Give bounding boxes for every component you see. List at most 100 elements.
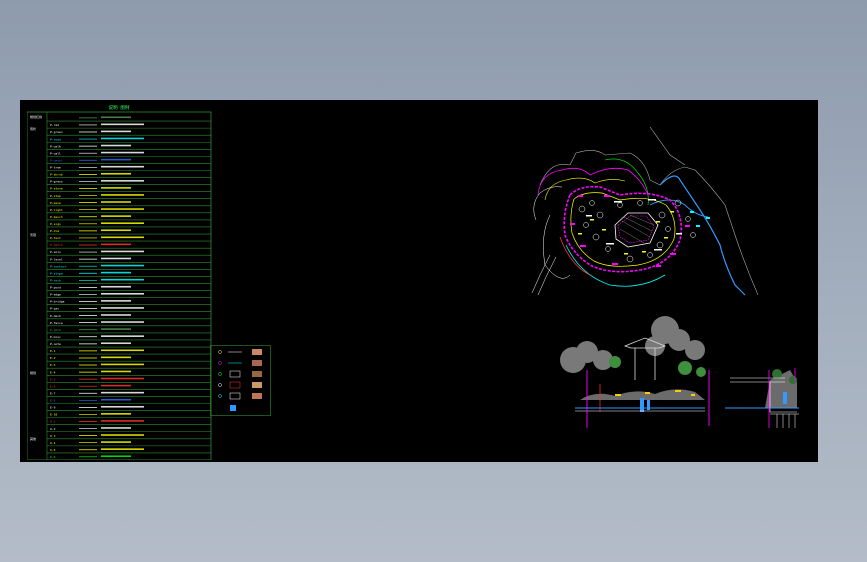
contour-line-green [604,158,649,206]
cad-drawing-canvas[interactable]: -- P-red P-green P-road P-walk P-wall P-water P… [20,100,818,462]
legend-row-description [101,342,131,345]
legend-row-code: P-hatch [50,243,63,247]
legend-row-description [101,172,131,175]
legend-row-description [101,151,144,154]
group-label-4: 规划 [30,370,36,375]
site-plan[interactable] [510,125,770,305]
symbol-grass-icon [218,372,222,376]
legend-row-code: E-2 [50,356,56,360]
symbol-box [229,370,241,378]
legend-row-code: P-bench [50,215,63,219]
legend-row-description [101,236,144,239]
legend-row-description [101,187,131,189]
legend-row-code: E-4 [50,370,56,374]
legend-row-description [101,370,131,373]
legend-row-code: P-green [50,130,63,134]
symbol-gravel-swatch [252,382,262,388]
legend-row-description [101,285,131,288]
legend-row-code: P-text [50,236,61,240]
legend-row-code: E-6 [50,384,56,388]
legend-row-description [101,158,131,161]
symbol-water-swatch [230,405,236,411]
legend-row-description [101,300,131,302]
detail-piles [776,414,796,428]
legend-rows: -- P-red P-green P-road P-walk P-wall P-water P… [47,116,211,461]
group-label-3: 景观 [30,232,36,237]
legend-row-code: P-deck [50,314,61,318]
symbol-paving-swatch [252,349,262,355]
legend-row-description [101,257,131,260]
contour-line-yellow [544,177,626,201]
legend-row-code: O-2 [50,427,56,431]
legend-row-description [101,328,131,330]
legend-row-description [101,278,144,281]
section-elevation[interactable] [555,310,800,435]
legend-row-description [101,293,144,295]
legend-row-description [101,116,131,119]
legend-row-description [101,448,144,450]
legend-row-code: P-sign [50,222,61,226]
legend-row-code: P-pav [50,307,59,311]
legend-row-code: P-fence [50,321,63,325]
legend-row-description [101,413,131,415]
legend-title: 说明 图例 [109,104,130,111]
label-markers-cyan [690,211,710,227]
waterfall [640,398,644,412]
legend-row-code: E-1 [50,349,56,353]
legend-row-code: E-8 [50,399,56,403]
legend-row-code: P-shrub [50,173,63,177]
symbol-tree-icon [218,350,222,354]
site-boundary-line [539,150,759,296]
legend-row-code: E-3 [50,363,56,367]
legend-row-code: O-1 [50,420,56,424]
symbol-light-icon [218,383,222,387]
legend-row-description [101,208,144,210]
legend-row-code: P-misc [50,335,61,339]
outer-path-cyan [565,244,666,287]
legend-row-description [101,427,131,429]
legend-row-description [101,441,131,443]
legend-row-code: P-road [50,137,61,141]
planting-symbols [578,199,696,263]
access-road-edge [537,256,557,296]
legend-table: -- P-red P-green P-road P-walk P-wall P-water P… [26,103,233,461]
legend-row-code: O-6 [50,455,56,459]
legend-row-description [101,377,144,380]
legend-row-code: P-rock [50,278,61,282]
legend-row-description [101,356,131,359]
legend-row-code: P-stone [50,187,63,191]
legend-row-code: O-4 [50,441,56,445]
legend-row-description [101,123,144,126]
legend-row-code: P-note [50,342,61,346]
legend-row-code: P-dim [50,229,59,233]
legend-row-description [101,144,131,147]
legend-row-description [101,363,144,366]
legend-row-description [101,384,131,387]
symbol-wood-swatch [252,371,262,377]
legend-row-code: P-grass [50,180,63,184]
legend-row-code: P-gate [50,328,61,332]
group-label-5: 其他 [30,436,36,441]
legend-row-code: P-wall [50,151,61,155]
legend-row-code: P-water [50,158,63,162]
legend-row-description [101,180,144,182]
legend-row-code: P-bridge [50,300,65,304]
symbol-key-block [210,345,271,416]
legend-row-description [101,314,131,316]
legend-row-description [101,455,131,458]
symbol-brick-swatch [252,393,262,399]
symbol-stone-swatch [252,360,262,366]
stream-line [659,175,746,296]
legend-row-code: P-contour [50,264,66,268]
legend-row-description [101,434,144,436]
legend-row-description [101,307,144,309]
symbol-water-icon [218,394,222,398]
group-label-1: 规划红线 [30,114,42,119]
symbol-key-border [210,345,271,416]
outer-path-red [559,236,591,276]
legend-row-code: P-edge [50,293,61,297]
legend-row-description [101,321,144,323]
legend-row-code: P-level [50,257,63,261]
legend-row-description [101,130,131,133]
ring-path-inner [570,192,676,267]
